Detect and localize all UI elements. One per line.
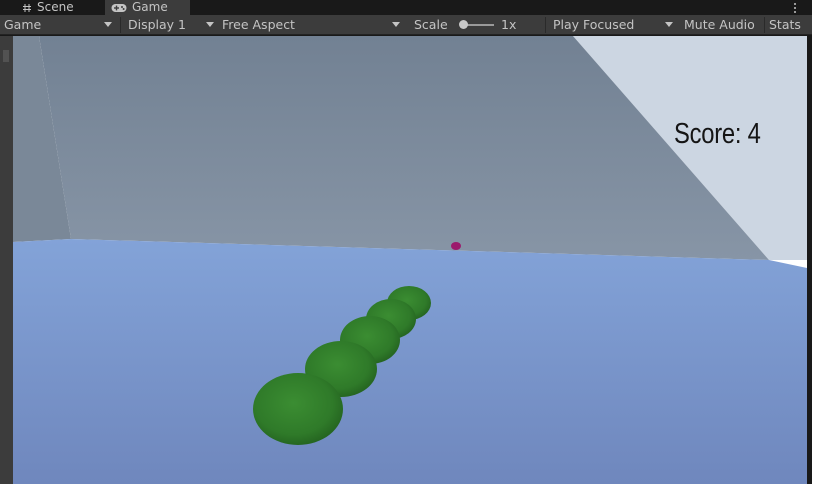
toolbar-divider	[764, 17, 765, 33]
game-viewport[interactable]: Score: 4	[13, 36, 807, 484]
food-item	[451, 242, 461, 250]
display-label: Display 1	[128, 17, 187, 32]
scale-slider-handle[interactable]	[459, 20, 468, 29]
chevron-down-icon	[206, 22, 214, 27]
toolbar-divider	[545, 17, 546, 33]
play-mode-label: Play Focused	[553, 17, 635, 32]
aspect-label: Free Aspect	[222, 17, 295, 32]
game-toolbar: Game Display 1 Free Aspect Scale 1x Play…	[0, 15, 812, 35]
tab-bar: Scene Game	[0, 0, 812, 15]
game-scene	[13, 36, 807, 484]
snake-head	[253, 373, 343, 445]
scale-value: 1x	[501, 17, 517, 32]
view-mode-dropdown[interactable]: Game	[4, 15, 118, 34]
floor	[13, 239, 807, 484]
score-label: Score: 4	[674, 118, 761, 150]
play-mode-dropdown[interactable]: Play Focused	[553, 15, 677, 34]
left-edge-bar	[0, 36, 13, 484]
scale-label: Scale	[414, 17, 448, 32]
view-mode-label: Game	[4, 17, 42, 32]
unity-game-window: Scene Game Game Display 1 Free Aspect Sc…	[0, 0, 812, 484]
right-edge-bar	[807, 36, 812, 484]
gamepad-icon	[111, 3, 127, 12]
chevron-down-icon	[392, 22, 400, 27]
toolbar-divider	[120, 17, 121, 33]
chevron-down-icon	[665, 22, 673, 27]
tab-scene-label: Scene	[37, 0, 74, 14]
stats-toggle[interactable]: Stats	[769, 15, 809, 34]
kebab-menu-icon[interactable]	[792, 0, 798, 15]
aspect-dropdown[interactable]: Free Aspect	[222, 15, 404, 34]
tab-game[interactable]: Game	[105, 0, 190, 15]
chevron-down-icon	[104, 22, 112, 27]
scale-slider-track[interactable]	[466, 24, 494, 26]
tab-game-label: Game	[132, 0, 168, 14]
display-dropdown[interactable]: Display 1	[128, 15, 214, 34]
mute-audio-toggle[interactable]: Mute Audio	[684, 15, 763, 34]
hash-icon	[23, 3, 31, 12]
tab-scene[interactable]: Scene	[14, 0, 100, 15]
